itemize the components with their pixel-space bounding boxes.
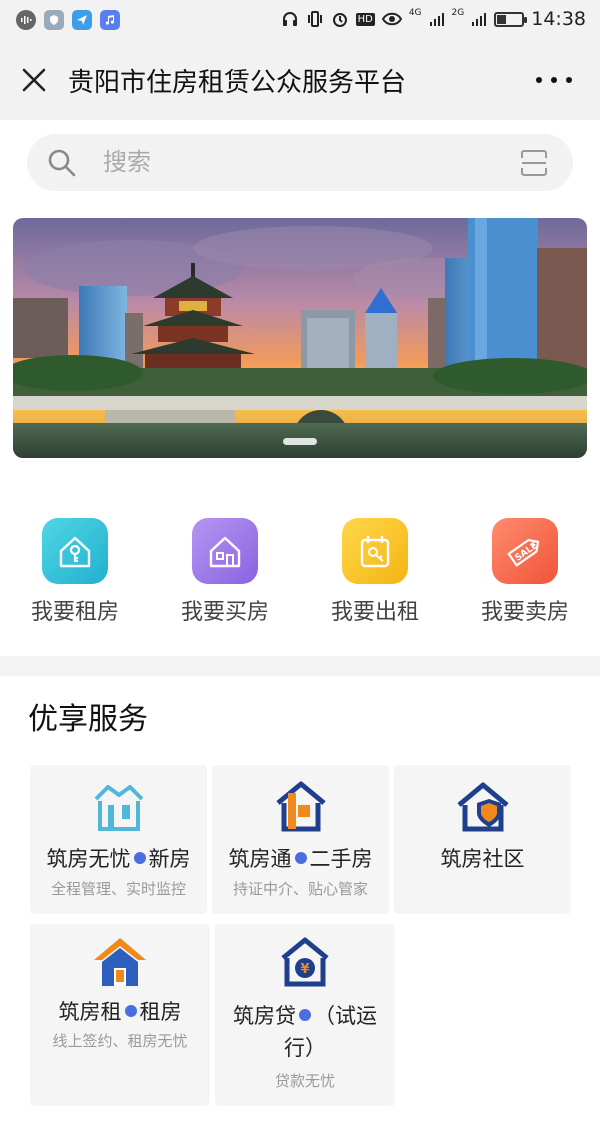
service-card-new-house[interactable]: 筑房无忧 新房 全程管理、实时监控 — [30, 765, 207, 914]
calendar-key-icon — [342, 518, 408, 584]
eye-icon — [381, 12, 402, 26]
network-2g: 2G — [451, 8, 465, 18]
sale-tag-icon: SALE — [492, 518, 558, 584]
banner-image[interactable] — [13, 218, 587, 458]
sell-house-label: 我要卖房 — [480, 600, 569, 625]
page-title: 贵阳市住房租赁公众服务平台 — [68, 68, 407, 98]
close-icon[interactable] — [18, 64, 50, 96]
service-title: 筑房通 二手房 — [228, 847, 373, 871]
svg-text:¥: ¥ — [300, 962, 309, 977]
system-status: HD 4G 2G 14:38 — [281, 8, 586, 30]
rent-house-icon — [94, 938, 146, 986]
battery-icon — [494, 11, 528, 27]
section-title: 优享服务 — [28, 702, 148, 737]
lease-out-button[interactable]: 我要出租 — [300, 518, 450, 626]
search-icon — [48, 149, 76, 177]
buy-house-label: 我要买房 — [180, 600, 269, 625]
house-icon — [192, 518, 258, 584]
notification-icons — [16, 10, 120, 30]
house-key-icon — [42, 518, 108, 584]
headphone-icon — [282, 12, 297, 26]
service-title: 筑房无忧 新房 — [46, 847, 191, 871]
network-4g: 4G — [408, 8, 422, 18]
service-subtitle: 持证中介、贴心管家 — [232, 880, 368, 898]
music-app-icon — [100, 10, 120, 30]
signal-icon-2 — [472, 13, 487, 26]
service-card-loan[interactable]: ¥ 筑房贷 （试运 行） 贷款无忧 — [215, 924, 395, 1106]
lease-out-label: 我要出租 — [330, 600, 419, 625]
rent-house-label: 我要租房 — [30, 600, 119, 625]
service-subtitle: 贷款无忧 — [274, 1072, 335, 1090]
carousel-indicator — [283, 438, 317, 445]
sell-house-button[interactable]: SALE 我要卖房 — [450, 518, 600, 626]
search-bar[interactable] — [27, 134, 573, 191]
loan-house-icon: ¥ — [281, 937, 329, 987]
section-divider — [0, 656, 600, 676]
signal-icon — [429, 13, 444, 26]
vibrate-icon — [307, 11, 322, 27]
service-subtitle: 线上签约、租房无忧 — [52, 1032, 188, 1050]
new-house-icon — [94, 785, 143, 831]
hd-badge: HD — [355, 12, 375, 26]
service-card-community[interactable]: 筑房社区 — [394, 765, 571, 914]
service-card-rent[interactable]: 筑房租 租房 线上签约、租房无忧 — [30, 924, 210, 1106]
title-bar: 贵阳市住房租赁公众服务平台 — [0, 40, 600, 120]
audio-app-icon — [16, 10, 36, 30]
scan-icon[interactable] — [519, 148, 549, 178]
service-card-second-hand[interactable]: 筑房通 二手房 持证中介、贴心管家 — [212, 765, 389, 914]
community-shield-icon — [456, 782, 509, 832]
quick-actions: 我要租房 我要买房 我要出租 SALE 我要卖房 — [0, 518, 600, 628]
clock: 14:38 — [531, 8, 586, 30]
service-title: 筑房社区 — [440, 847, 525, 871]
rent-house-button[interactable]: 我要租房 — [0, 518, 150, 626]
shield-app-icon — [44, 10, 64, 30]
alarm-icon — [332, 13, 347, 27]
service-subtitle: 全程管理、实时监控 — [50, 880, 186, 898]
more-icon[interactable] — [536, 68, 572, 92]
send-app-icon — [72, 10, 92, 30]
status-bar: HD 4G 2G 14:38 — [0, 0, 600, 40]
buy-house-button[interactable]: 我要买房 — [150, 518, 300, 626]
service-title: 筑房贷 （试运 行） — [233, 1004, 377, 1060]
service-title: 筑房租 租房 — [58, 1000, 182, 1024]
second-hand-house-icon — [275, 781, 326, 832]
search-input[interactable] — [103, 142, 483, 182]
